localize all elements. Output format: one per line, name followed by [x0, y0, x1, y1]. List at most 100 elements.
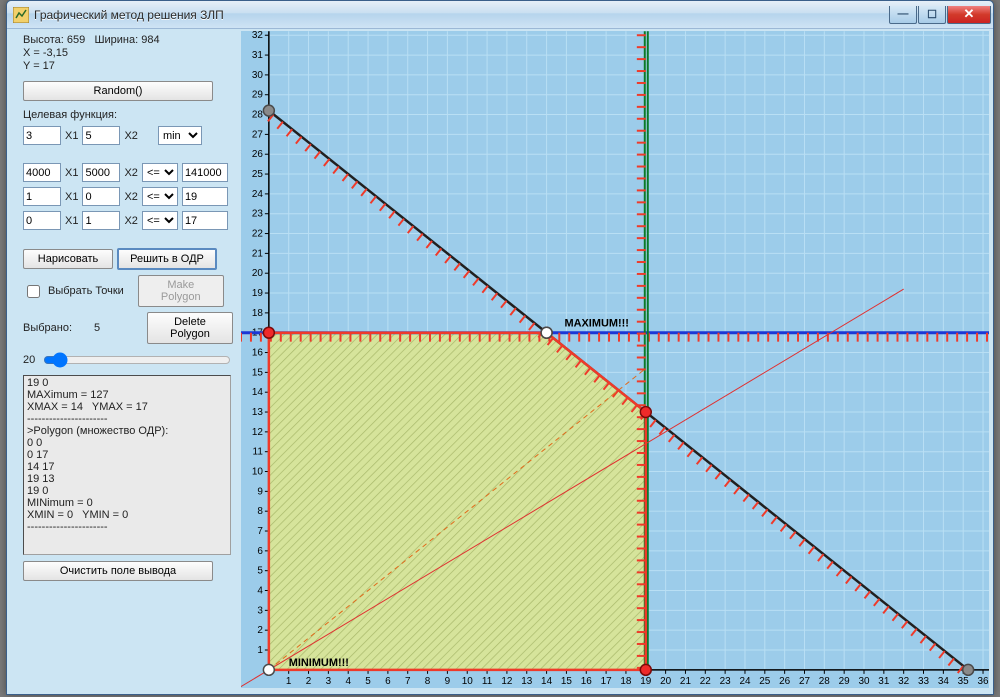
svg-text:14: 14 — [252, 387, 264, 398]
c2-a1-input[interactable] — [23, 211, 61, 230]
coord-x: X = -3,15 — [23, 47, 233, 59]
svg-text:12: 12 — [252, 427, 264, 438]
svg-text:30: 30 — [252, 70, 264, 81]
svg-text:20: 20 — [252, 268, 264, 279]
svg-text:15: 15 — [561, 676, 573, 687]
svg-text:4: 4 — [345, 676, 351, 687]
plot-canvas[interactable]: 1234567891011121314151617181920212223242… — [241, 31, 989, 688]
svg-text:1: 1 — [286, 676, 292, 687]
c2-a2-input[interactable] — [82, 211, 120, 230]
svg-text:14: 14 — [541, 676, 553, 687]
svg-text:32: 32 — [252, 31, 264, 41]
maximize-button[interactable]: ☐ — [918, 6, 946, 24]
svg-text:11: 11 — [482, 676, 493, 687]
svg-text:22: 22 — [252, 229, 264, 240]
window-title: Графический метод решения ЗЛП — [34, 8, 224, 22]
client-area: Высота: 659 Ширина: 984 X = -3,15 Y = 17… — [9, 31, 991, 692]
svg-text:13: 13 — [521, 676, 533, 687]
control-panel: Высота: 659 Ширина: 984 X = -3,15 Y = 17… — [23, 33, 233, 581]
svg-text:1: 1 — [257, 645, 263, 656]
svg-text:16: 16 — [252, 348, 264, 359]
c0-a1-input[interactable] — [23, 163, 61, 182]
svg-text:25: 25 — [759, 676, 771, 687]
pick-points-checkbox[interactable] — [27, 285, 40, 298]
svg-text:9: 9 — [257, 486, 263, 497]
svg-text:13: 13 — [252, 407, 264, 418]
c0-rhs-input[interactable] — [182, 163, 228, 182]
svg-text:17: 17 — [601, 676, 613, 687]
svg-text:27: 27 — [252, 129, 264, 140]
svg-text:27: 27 — [799, 676, 811, 687]
svg-text:5: 5 — [365, 676, 371, 687]
coord-y: Y = 17 — [23, 60, 233, 72]
svg-text:21: 21 — [252, 248, 264, 259]
svg-text:31: 31 — [252, 50, 264, 61]
svg-text:3: 3 — [257, 605, 263, 616]
solve-button[interactable]: Решить в ОДР — [117, 248, 217, 270]
svg-text:MINIMUM!!!: MINIMUM!!! — [289, 657, 349, 669]
svg-text:20: 20 — [660, 676, 672, 687]
svg-text:24: 24 — [252, 189, 264, 200]
selected-count: 5 — [94, 322, 100, 334]
svg-text:29: 29 — [839, 676, 851, 687]
c1-rhs-input[interactable] — [182, 187, 228, 206]
x2-label: X2 — [124, 130, 137, 142]
random-button[interactable]: Random() — [23, 81, 213, 101]
svg-text:19: 19 — [640, 676, 652, 687]
c1-a1-input[interactable] — [23, 187, 61, 206]
svg-text:26: 26 — [779, 676, 791, 687]
svg-text:29: 29 — [252, 90, 264, 101]
obj-c1-input[interactable] — [23, 126, 61, 145]
minimize-button[interactable]: — — [889, 6, 917, 24]
obj-c2-input[interactable] — [82, 126, 120, 145]
svg-text:9: 9 — [445, 676, 451, 687]
svg-text:6: 6 — [385, 676, 391, 687]
c2-rhs-input[interactable] — [182, 211, 228, 230]
draw-button[interactable]: Нарисовать — [23, 249, 113, 269]
svg-text:10: 10 — [252, 467, 264, 478]
c2-sign-select[interactable]: <= — [142, 211, 178, 230]
close-button[interactable]: ✕ — [947, 6, 991, 24]
svg-text:36: 36 — [978, 676, 989, 687]
svg-text:24: 24 — [739, 676, 751, 687]
svg-text:10: 10 — [462, 676, 474, 687]
plot-area[interactable]: 1234567891011121314151617181920212223242… — [241, 31, 989, 688]
output-textarea[interactable]: 19 0 MAXimum = 127 XMAX = 14 YMAX = 17 -… — [23, 375, 231, 555]
svg-text:4: 4 — [257, 585, 263, 596]
x1-label: X1 — [65, 130, 78, 142]
c0-sign-select[interactable]: <= — [142, 163, 178, 182]
selected-label: Выбрано: — [23, 322, 72, 334]
svg-text:25: 25 — [252, 169, 264, 180]
svg-text:18: 18 — [252, 308, 264, 319]
c0-a2-input[interactable] — [82, 163, 120, 182]
svg-text:22: 22 — [700, 676, 712, 687]
svg-text:3: 3 — [326, 676, 332, 687]
titlebar: Графический метод решения ЗЛП — ☐ ✕ — [7, 1, 993, 29]
app-icon — [13, 7, 29, 23]
svg-text:26: 26 — [252, 149, 264, 160]
window-buttons: — ☐ ✕ — [889, 6, 991, 24]
svg-text:31: 31 — [878, 676, 890, 687]
svg-text:18: 18 — [620, 676, 632, 687]
make-polygon-button[interactable]: Make Polygon — [138, 275, 224, 307]
delete-polygon-button[interactable]: Delete Polygon — [147, 312, 233, 344]
minmax-select[interactable]: min — [158, 126, 202, 145]
c1-a2-input[interactable] — [82, 187, 120, 206]
objective-label: Целевая функция: — [23, 109, 233, 121]
svg-text:6: 6 — [257, 546, 263, 557]
svg-text:33: 33 — [918, 676, 930, 687]
svg-text:8: 8 — [257, 506, 263, 517]
clear-output-button[interactable]: Очистить поле вывода — [23, 561, 213, 581]
svg-text:23: 23 — [720, 676, 732, 687]
zoom-slider[interactable] — [43, 351, 231, 369]
svg-text:16: 16 — [581, 676, 593, 687]
svg-text:2: 2 — [257, 625, 263, 636]
svg-text:5: 5 — [257, 566, 263, 577]
svg-text:30: 30 — [858, 676, 870, 687]
pick-points-label: Выбрать Точки — [48, 285, 124, 297]
slider-value: 20 — [23, 354, 35, 366]
svg-text:7: 7 — [257, 526, 263, 537]
svg-text:15: 15 — [252, 367, 264, 378]
svg-text:35: 35 — [958, 676, 970, 687]
c1-sign-select[interactable]: <= — [142, 187, 178, 206]
